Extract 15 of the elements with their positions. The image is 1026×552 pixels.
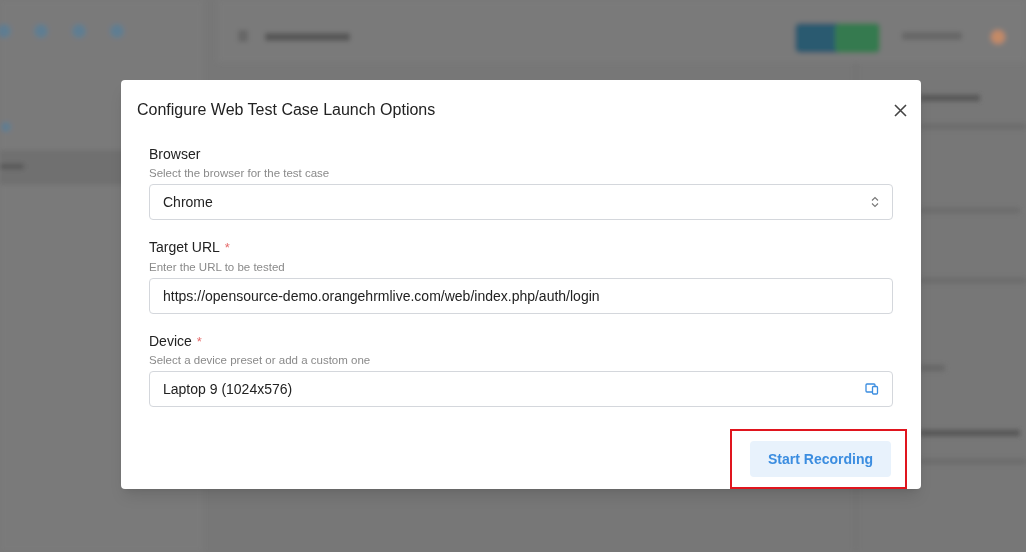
- browser-select[interactable]: Chrome: [149, 184, 893, 220]
- device-input-field[interactable]: Laptop 9 (1024x576): [149, 371, 893, 407]
- field-hint: Enter the URL to be tested: [149, 259, 286, 275]
- field-label: Browser: [149, 145, 201, 164]
- field-hint: Select a device preset or add a custom one: [149, 353, 372, 368]
- dialog-title: Configure Web Test Case Launch Options: [137, 100, 436, 120]
- devices-icon[interactable]: [865, 383, 879, 395]
- required-mark: *: [196, 332, 202, 351]
- required-mark: *: [224, 239, 230, 257]
- url-input-field[interactable]: https://opensource-demo.orangehrmlive.com/web/index.php/auth/login: [149, 277, 893, 314]
- chevron-up-down-icon: [871, 196, 879, 208]
- field-label: Device: [149, 331, 192, 351]
- field-hint: Select the browser for the test case: [149, 166, 331, 181]
- field-label: Target URL: [149, 238, 220, 257]
- close-icon[interactable]: [894, 103, 907, 117]
